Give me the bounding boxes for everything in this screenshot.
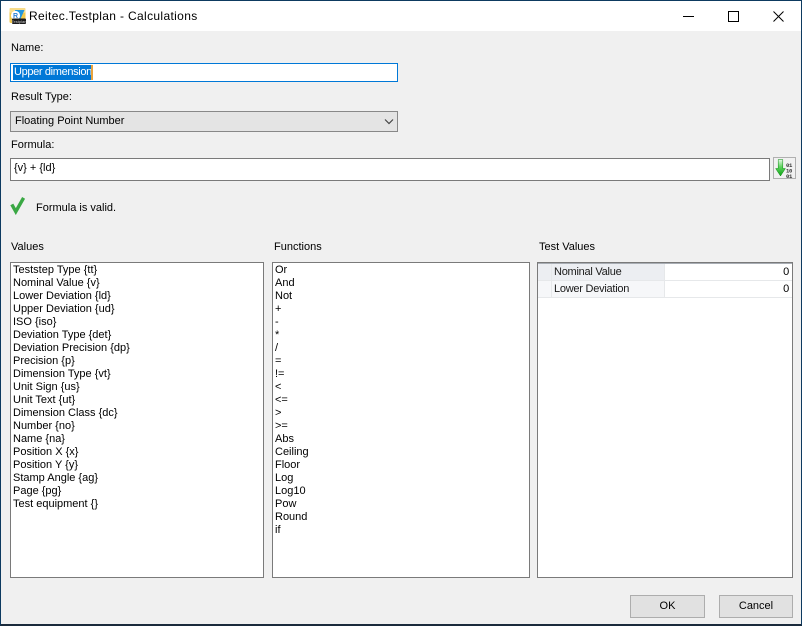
svg-text:01: 01: [786, 173, 793, 179]
svg-text:Testplan: Testplan: [12, 19, 26, 24]
